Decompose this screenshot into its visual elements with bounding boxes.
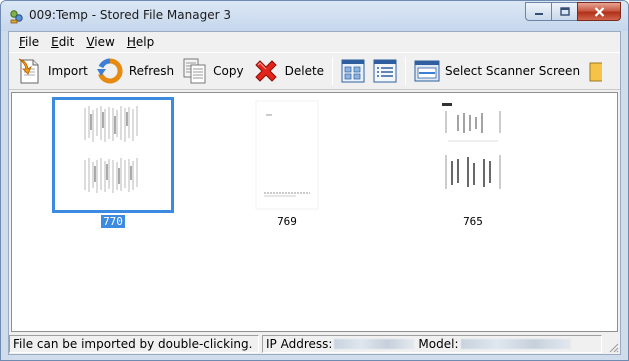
status-hint-text: File can be imported by double-clicking. [13,337,253,351]
menu-help-label: elp [135,35,155,49]
menu-edit[interactable]: Edit [45,35,80,49]
refresh-label: Refresh [128,64,175,78]
client-area: File Edit View Help Import Refresh Copy … [8,31,621,355]
copy-icon [183,58,206,84]
minimize-button[interactable] [525,2,551,21]
maximize-button[interactable] [551,2,577,21]
import-label: Import [48,64,88,78]
title-bar[interactable]: 009:Temp - Stored File Manager 3 [1,1,628,31]
maximize-icon [559,7,570,16]
ip-address-label: IP Address: [266,337,333,351]
model-label: Model: [418,337,459,351]
menu-edit-label: dit [58,35,75,49]
import-button[interactable]: Import [13,55,92,87]
window-title: 009:Temp - Stored File Manager 3 [29,8,231,22]
status-hint: File can be imported by double-clicking. [9,335,259,353]
menu-help[interactable]: Help [121,35,160,49]
status-bar: File can be imported by double-clicking.… [9,334,620,354]
toolbar: Import Refresh Copy Delete Select Scanne… [9,52,620,90]
file-label-text: 765 [463,215,483,228]
document-preview [55,100,171,210]
app-window: 009:Temp - Stored File Manager 3 File Ed… [0,0,629,361]
menu-help-accelerator: H [126,35,136,49]
menu-file-label: ile [25,35,40,49]
delete-label: Delete [284,64,325,78]
thumbnail-view-button[interactable] [338,56,368,86]
window-controls [525,2,621,22]
document-preview [438,101,508,209]
toolbar-separator [405,57,407,85]
ip-address-redacted [334,339,415,349]
minimize-icon [534,12,543,15]
list-view-icon [373,59,397,83]
menu-view-label: iew [94,35,115,49]
select-scanner-screen-label: Select Scanner Screen [445,64,581,78]
delete-button[interactable]: Delete [248,55,328,87]
close-icon [594,6,604,17]
resize-grip-icon[interactable] [607,341,619,353]
copy-label: Copy [213,64,244,78]
file-label-text: 769 [277,215,297,228]
copy-button[interactable]: Copy [178,55,247,87]
file-label-text: 770 [101,215,125,228]
import-icon [18,58,39,84]
document-preview [255,100,319,210]
file-thumbnail[interactable] [226,97,348,213]
file-label[interactable]: 769 [226,215,348,228]
scanner-screen-icon [414,60,440,82]
menu-edit-accelerator: E [51,35,59,49]
menu-bar: File Edit View Help [9,32,620,52]
folder-icon [589,62,603,82]
list-view-button[interactable] [370,56,400,86]
model-redacted [460,339,571,349]
select-scanner-screen-button[interactable]: Select Scanner Screen [410,55,584,87]
overflow-toolbar-button[interactable] [584,55,606,87]
menu-view[interactable]: View [80,35,120,49]
file-list-panel[interactable]: 770 769 765 [11,92,618,332]
file-label[interactable]: 765 [412,215,534,228]
file-label[interactable]: 770 [52,215,174,228]
close-button[interactable] [577,2,621,21]
delete-icon [254,60,277,82]
file-thumbnail[interactable] [52,97,174,213]
thumbnail-view-icon [341,59,365,83]
file-thumbnail[interactable] [412,97,534,213]
status-device-info: IP Address: Model: [262,335,602,353]
app-icon [10,10,23,24]
refresh-button[interactable]: Refresh [92,55,178,87]
menu-file[interactable]: File [13,35,45,49]
toolbar-separator [332,57,334,85]
refresh-icon [96,58,123,84]
